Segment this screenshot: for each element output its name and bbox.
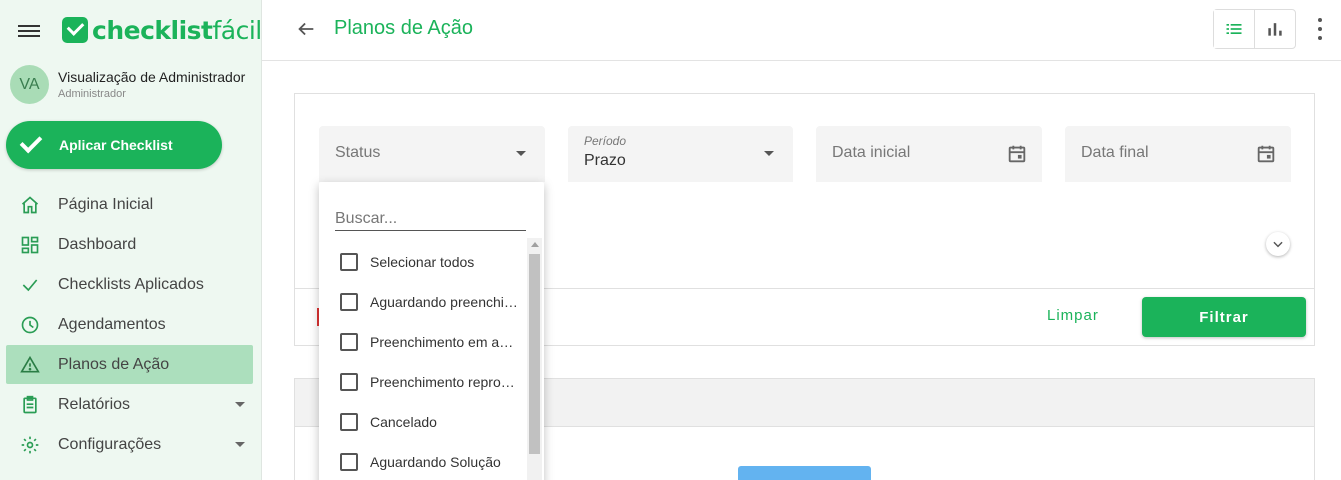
option-preenchimento-em-andamento[interactable]: Preenchimento em andamento xyxy=(319,322,527,362)
sidebar-item-label: Relatórios xyxy=(58,395,131,413)
data-final-field[interactable]: Data final xyxy=(1065,126,1291,182)
data-inicial-placeholder: Data inicial xyxy=(832,144,911,161)
top-header: Planos de Ação xyxy=(262,0,1341,61)
back-arrow-icon[interactable] xyxy=(295,18,317,40)
chart-view-button[interactable] xyxy=(1255,10,1295,48)
scrollbar[interactable] xyxy=(527,238,542,480)
option-aguardando-preenchimento[interactable]: Aguardando preenchimento xyxy=(319,282,527,322)
list-view-button[interactable] xyxy=(1214,10,1255,48)
scroll-thumb[interactable] xyxy=(529,254,540,454)
status-dropdown: Buscar... Selecionar todos Aguardando pr… xyxy=(319,182,544,480)
periodo-value: Prazo xyxy=(584,152,626,169)
caret-down-icon xyxy=(516,151,526,156)
sidebar-item-dashboard[interactable]: Dashboard xyxy=(6,225,253,264)
user-role: Administrador xyxy=(58,88,126,100)
report-icon xyxy=(20,395,40,415)
list-icon xyxy=(1226,24,1242,34)
status-select[interactable]: Status xyxy=(319,126,545,182)
sidebar-item-label: Agendamentos xyxy=(58,315,166,333)
logo[interactable]: checklistfácil xyxy=(62,15,262,45)
option-label: Preenchimento reprovado xyxy=(370,374,518,390)
page-title: Planos de Ação xyxy=(334,17,473,39)
home-icon xyxy=(20,195,40,215)
apply-checklist-button[interactable]: Aplicar Checklist xyxy=(6,121,222,169)
check-icon xyxy=(20,275,40,295)
option-select-all[interactable]: Selecionar todos xyxy=(319,242,527,282)
sidebar-item-relatorios[interactable]: Relatórios xyxy=(6,385,253,424)
data-inicial-field[interactable]: Data inicial xyxy=(816,126,1042,182)
checkbox[interactable] xyxy=(340,253,358,271)
more-options-icon[interactable] xyxy=(1315,18,1325,40)
sidebar: checklistfácil VA Visualização de Admini… xyxy=(0,0,262,480)
option-label: Aguardando Solução xyxy=(370,454,501,470)
sidebar-item-label: Configurações xyxy=(58,435,162,453)
logo-check-icon xyxy=(62,17,88,43)
scroll-up-arrow-icon[interactable] xyxy=(531,242,539,247)
data-final-placeholder: Data final xyxy=(1081,144,1149,161)
sidebar-nav: Página Inicial Dashboard Checklists Apli… xyxy=(6,185,253,465)
apply-checklist-label: Aplicar Checklist xyxy=(59,137,173,153)
sidebar-item-label: Página Inicial xyxy=(58,195,154,213)
checkbox[interactable] xyxy=(340,293,358,311)
empty-state-illustration xyxy=(738,466,871,480)
option-cancelado[interactable]: Cancelado xyxy=(319,402,527,442)
sidebar-item-agendamentos[interactable]: Agendamentos xyxy=(6,305,253,344)
calendar-icon[interactable] xyxy=(1006,143,1028,170)
periodo-label: Período xyxy=(584,134,627,148)
avatar[interactable]: VA xyxy=(10,65,49,104)
option-preenchimento-reprovado[interactable]: Preenchimento reprovado xyxy=(319,362,527,402)
chevron-down-icon xyxy=(1273,241,1283,248)
bar-chart-icon xyxy=(1268,23,1282,36)
sidebar-item-configuracoes[interactable]: Configurações xyxy=(6,425,253,464)
caret-down-icon xyxy=(764,151,774,156)
check-icon xyxy=(19,130,43,154)
gear-icon xyxy=(20,435,40,455)
sidebar-item-checklists-aplicados[interactable]: Checklists Aplicados xyxy=(6,265,253,304)
logo-text-bold: checklist xyxy=(92,15,213,45)
checkbox[interactable] xyxy=(340,413,358,431)
expand-filters-button[interactable] xyxy=(1266,232,1290,256)
status-placeholder: Status xyxy=(335,144,381,161)
sidebar-item-planos-de-acao[interactable]: Planos de Ação xyxy=(6,345,253,384)
warning-icon xyxy=(20,355,40,375)
clock-icon xyxy=(20,315,40,335)
clear-button[interactable]: Limpar xyxy=(1047,307,1099,324)
chevron-down-icon xyxy=(235,442,245,447)
calendar-icon[interactable] xyxy=(1255,143,1277,170)
user-name: Visualização de Administrador xyxy=(58,69,246,85)
sidebar-item-pagina-inicial[interactable]: Página Inicial xyxy=(6,185,253,224)
sidebar-item-label: Planos de Ação xyxy=(58,355,170,373)
checkbox[interactable] xyxy=(340,373,358,391)
checkbox[interactable] xyxy=(340,333,358,351)
sidebar-item-label: Checklists Aplicados xyxy=(58,275,204,293)
status-options-list: Selecionar todos Aguardando preenchiment… xyxy=(319,242,527,480)
hamburger-menu-icon[interactable] xyxy=(18,22,40,40)
filter-button[interactable]: Filtrar xyxy=(1142,297,1306,337)
option-label: Selecionar todos xyxy=(370,254,475,270)
chevron-down-icon xyxy=(235,402,245,407)
option-aguardando-solucao[interactable]: Aguardando Solução xyxy=(319,442,527,480)
option-label: Preenchimento em andamento xyxy=(370,334,518,350)
logo-text-light: fácil xyxy=(212,15,263,45)
sidebar-item-label: Dashboard xyxy=(58,235,137,253)
periodo-select[interactable]: Período Prazo xyxy=(568,126,793,182)
search-input[interactable]: Buscar... xyxy=(335,209,526,231)
checkbox[interactable] xyxy=(340,453,358,471)
option-label: Aguardando preenchimento xyxy=(370,294,518,310)
dashboard-icon xyxy=(20,235,40,255)
option-label: Cancelado xyxy=(370,414,437,430)
view-toggle xyxy=(1213,9,1296,49)
